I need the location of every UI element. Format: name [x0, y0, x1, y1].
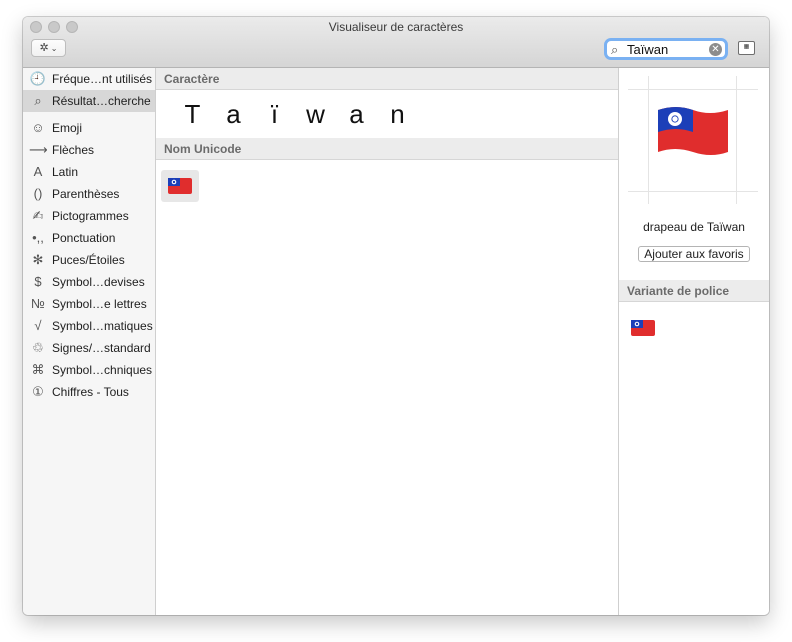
- sidebar-item-9[interactable]: $ Symbol…devises: [23, 271, 155, 293]
- preview-char: a: [349, 98, 364, 129]
- sidebar-item-11[interactable]: √ Symbol…matiques: [23, 315, 155, 337]
- sidebar-item-12[interactable]: ♲ Signes/…standard: [23, 337, 155, 359]
- result-cell-selected[interactable]: [161, 170, 199, 202]
- search-icon: ⌕: [611, 42, 619, 57]
- search-field[interactable]: ⌕ Taïwan ✕: [604, 38, 728, 60]
- sidebar-item-label: Symbol…chniques: [52, 363, 153, 377]
- taiwan-flag-icon: [168, 178, 192, 194]
- character-section-header: Caractère: [156, 68, 618, 90]
- sidebar-item-label: Ponctuation: [52, 231, 116, 245]
- preview-char: ï: [270, 98, 279, 129]
- preview-char: n: [390, 98, 405, 129]
- sidebar-item-label: Emoji: [52, 121, 83, 135]
- sidebar-item-6[interactable]: ✍ Pictogrammes: [23, 205, 155, 227]
- sidebar-item-label: Symbol…matiques: [52, 319, 153, 333]
- sidebar-item-label: Résultat…cherche: [52, 94, 151, 108]
- sqrt-icon: √: [34, 318, 42, 333]
- chevron-down-icon: ⌄: [50, 44, 58, 53]
- clear-icon[interactable]: ✕: [709, 43, 722, 56]
- unicode-name-section-header: Nom Unicode: [156, 138, 618, 160]
- add-to-favorites-button[interactable]: Ajouter aux favoris: [638, 246, 750, 262]
- search-icon: ⌕: [34, 93, 42, 108]
- glyph-preview: [628, 76, 758, 204]
- sidebar-item-1[interactable]: ⌕ Résultat…cherche: [23, 90, 155, 112]
- sidebar-item-8[interactable]: ✻ Puces/Étoiles: [23, 249, 155, 271]
- sidebar-item-label: Symbol…e lettres: [52, 297, 147, 311]
- clock-icon: 🕘: [29, 71, 47, 86]
- main-panel: Caractère T a ï w a n Nom Unicode: [156, 68, 619, 615]
- pictogram-icon: ✍: [32, 208, 44, 223]
- sidebar-item-2[interactable]: ☺ Emoji: [23, 117, 155, 139]
- preview-char: a: [226, 98, 241, 129]
- character-viewer-window: Visualiseur de caractères ✲ ⌄ ⌕ Taïwan ✕ …: [23, 17, 769, 615]
- sidebar-item-14[interactable]: ① Chiffres - Tous: [23, 381, 155, 403]
- sidebar-item-label: Flèches: [52, 143, 95, 157]
- punctuation-icon: •,,: [32, 230, 44, 245]
- preview-char: T: [184, 98, 201, 129]
- character-preview-row: T a ï w a n: [156, 90, 618, 138]
- sidebar-item-label: Latin: [52, 165, 79, 179]
- taiwan-flag-variant-icon[interactable]: [631, 320, 655, 336]
- dollar-icon: $: [34, 274, 42, 289]
- sidebar-item-7[interactable]: •,, Ponctuation: [23, 227, 155, 249]
- asterisk-icon: ✻: [32, 252, 44, 267]
- sidebar-item-label: Symbol…devises: [52, 275, 145, 289]
- smiley-icon: ☺: [31, 120, 45, 135]
- title-bar: Visualiseur de caractères ✲ ⌄ ⌕ Taïwan ✕ …: [23, 17, 769, 68]
- search-input[interactable]: Taïwan: [627, 42, 668, 57]
- circled-one-icon: ①: [32, 384, 44, 399]
- character-name: drapeau de Taïwan: [643, 220, 745, 234]
- taiwan-flag-large-icon: [658, 107, 728, 155]
- sidebar-item-label: Fréque…nt utilisés: [52, 72, 153, 86]
- sidebar-item-label: Signes/…standard: [52, 341, 151, 355]
- sidebar: 🕘 Fréque…nt utilisés ⌕ Résultat…cherche ☺ Emo…: [23, 68, 156, 615]
- sidebar-item-label: Puces/Étoiles: [52, 253, 125, 267]
- sidebar-item-label: Parenthèses: [52, 187, 120, 201]
- sidebar-item-5[interactable]: () Parenthèses: [23, 183, 155, 205]
- gear-icon: ✲: [39, 42, 49, 54]
- sidebar-item-label: Pictogrammes: [52, 209, 129, 223]
- sidebar-item-4[interactable]: A Latin: [23, 161, 155, 183]
- recycle-icon: ♲: [32, 340, 44, 355]
- numero-icon: №: [31, 296, 45, 311]
- sidebar-item-label: Chiffres - Tous: [52, 385, 129, 399]
- sidebar-item-0[interactable]: 🕘 Fréque…nt utilisés: [23, 68, 155, 90]
- latin-icon: A: [33, 164, 43, 179]
- detail-panel: drapeau de Taïwan Ajouter aux favoris Va…: [619, 68, 769, 615]
- parentheses-icon: (): [33, 186, 43, 201]
- arrow-icon: ⟶: [29, 142, 48, 157]
- action-menu-button[interactable]: ✲ ⌄: [31, 39, 66, 57]
- sidebar-item-10[interactable]: № Symbol…e lettres: [23, 293, 155, 315]
- font-variant-header: Variante de police: [619, 280, 769, 302]
- window-title: Visualiseur de caractères: [328, 20, 464, 34]
- sidebar-item-13[interactable]: ⌘ Symbol…chniques: [23, 359, 155, 381]
- sidebar-item-3[interactable]: ⟶ Flèches: [23, 139, 155, 161]
- keyboard-viewer-icon[interactable]: ▦: [738, 41, 755, 55]
- preview-char: w: [306, 98, 325, 129]
- command-icon: ⌘: [31, 362, 45, 377]
